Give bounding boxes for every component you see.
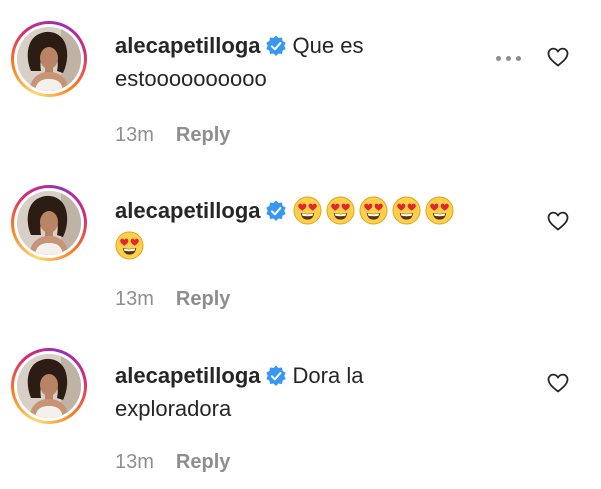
avatar-image — [17, 191, 81, 255]
verified-badge-icon — [265, 35, 287, 57]
username-link[interactable]: alecapetilloga — [115, 33, 261, 58]
username-link[interactable]: alecapetilloga — [115, 198, 261, 223]
avatar[interactable] — [11, 185, 87, 261]
heart-outline-icon[interactable] — [546, 371, 570, 395]
avatar-image — [17, 354, 81, 418]
username-link[interactable]: alecapetilloga — [115, 363, 261, 388]
comment-timestamp: 13m — [115, 288, 154, 310]
comment-meta: 13m Reply — [115, 451, 230, 474]
heart-eyes-emoji-icon — [392, 196, 421, 225]
heart-eyes-emoji-icon — [425, 196, 454, 225]
comment-body: alecapetilloga Que es estoooooooooo — [115, 29, 475, 95]
verified-badge-icon — [265, 200, 287, 222]
comment-body: alecapetilloga Dora la exploradora — [115, 359, 475, 425]
comment-timestamp: 13m — [115, 124, 154, 146]
reply-button[interactable]: Reply — [176, 451, 230, 473]
comment-body: alecapetilloga — [115, 193, 475, 263]
reply-button[interactable]: Reply — [176, 124, 230, 146]
avatar-image — [17, 27, 81, 91]
comment-meta: 13m Reply — [115, 124, 230, 147]
reply-button[interactable]: Reply — [176, 288, 230, 310]
comment-timestamp: 13m — [115, 451, 154, 473]
heart-eyes-emoji-icon — [115, 231, 144, 260]
heart-outline-icon[interactable] — [546, 209, 570, 233]
avatar[interactable] — [11, 348, 87, 424]
heart-eyes-emoji-icon — [326, 196, 355, 225]
heart-eyes-emoji-icon — [359, 196, 388, 225]
avatar[interactable] — [11, 21, 87, 97]
comment-meta: 13m Reply — [115, 288, 230, 311]
verified-badge-icon — [265, 365, 287, 387]
more-options-icon[interactable] — [495, 50, 525, 66]
heart-outline-icon[interactable] — [546, 45, 570, 69]
heart-eyes-emoji-icon — [293, 196, 322, 225]
